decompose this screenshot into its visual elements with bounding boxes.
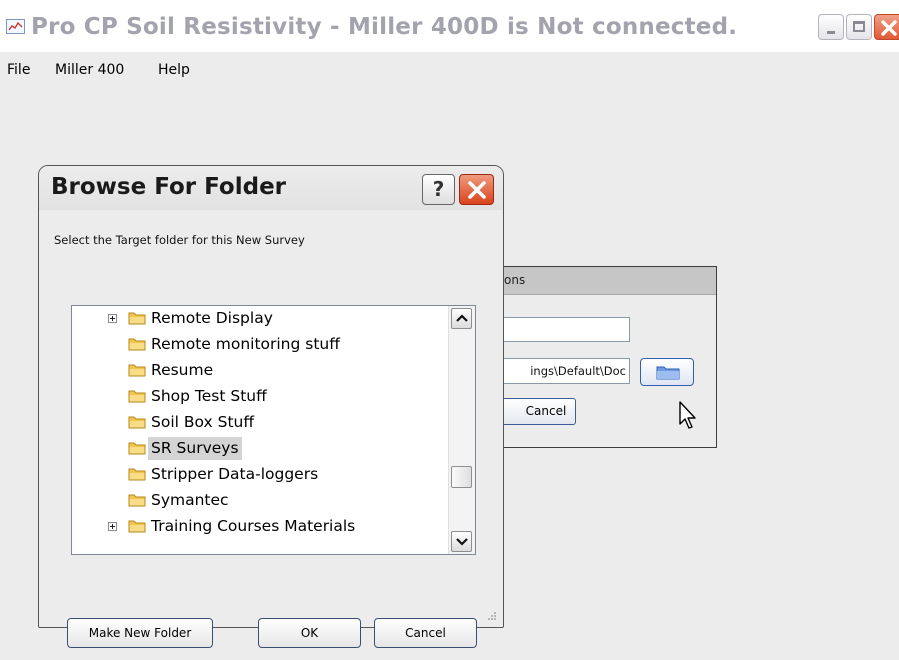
- ok-button[interactable]: OK: [258, 618, 361, 648]
- folder-icon: [128, 468, 146, 481]
- scroll-up-arrow-icon: [456, 314, 468, 322]
- survey-name-input[interactable]: [496, 317, 630, 342]
- dialog-close-button[interactable]: [459, 174, 494, 205]
- tree-item-label: Remote monitoring stuff: [151, 335, 340, 353]
- target-path-field[interactable]: ings\Default\Doc: [496, 358, 630, 384]
- folder-icon: [128, 364, 146, 377]
- dialog-title: Browse For Folder: [51, 174, 287, 200]
- make-new-folder-button[interactable]: Make New Folder: [67, 618, 213, 648]
- expand-plus-icon[interactable]: [108, 522, 117, 531]
- cancel-button[interactable]: Cancel: [374, 618, 477, 648]
- mouse-cursor-icon: [679, 401, 696, 429]
- tree-item-label: Remote Display: [151, 309, 273, 327]
- scroll-thumb[interactable]: [451, 466, 472, 488]
- folder-tree[interactable]: Remote Display Remote monitoring stuff Res…: [71, 305, 476, 555]
- dialog-instruction: Select the Target folder for this New Su…: [54, 233, 305, 247]
- browse-folder-button[interactable]: [640, 358, 694, 386]
- folder-icon: [128, 390, 146, 403]
- help-button[interactable]: ?: [422, 174, 455, 205]
- folder-icon: [128, 520, 146, 533]
- menu-file[interactable]: File: [7, 62, 30, 78]
- target-path-text: ings\Default\Doc: [530, 364, 626, 378]
- resize-grip-icon[interactable]: [485, 609, 497, 621]
- window-title: Pro CP Soil Resistivity - Miller 400D is…: [31, 14, 738, 40]
- expand-plus-icon[interactable]: [108, 314, 117, 323]
- folder-icon: [128, 338, 146, 351]
- close-icon: [881, 20, 897, 36]
- open-folder-icon: [656, 366, 680, 380]
- tree-item-label: Resume: [151, 361, 214, 379]
- panel-header-label: ons: [504, 273, 526, 287]
- maximize-icon: [853, 21, 865, 32]
- minimize-button[interactable]: [818, 14, 844, 40]
- title-bar: Pro CP Soil Resistivity - Miller 400D is…: [0, 0, 899, 52]
- tree-item-label: Stripper Data-loggers: [151, 465, 319, 483]
- scroll-up-button[interactable]: [451, 308, 472, 329]
- tree-item-label: Symantec: [151, 491, 229, 509]
- menu-miller-400[interactable]: Miller 400: [55, 62, 124, 78]
- browse-for-folder-dialog: Browse For Folder ? Select the Target fo…: [38, 165, 504, 648]
- maximize-button[interactable]: [846, 14, 872, 40]
- main-window: Pro CP Soil Resistivity - Miller 400D is…: [0, 0, 899, 660]
- menu-bar: File Miller 400 Help: [0, 58, 899, 84]
- tree-item-label: SR Surveys: [148, 437, 242, 460]
- folder-icon: [128, 442, 146, 455]
- close-button[interactable]: [874, 14, 899, 40]
- tree-item-label: Training Courses Materials: [151, 517, 356, 535]
- tree-item-label: Soil Box Stuff: [151, 413, 255, 431]
- folder-icon: [128, 416, 146, 429]
- scroll-down-arrow-icon: [456, 538, 468, 546]
- tree-scrollbar[interactable]: [448, 306, 475, 554]
- minimize-icon: [827, 31, 835, 34]
- dialog-body: Select the Target folder for this New Su…: [41, 210, 501, 648]
- tree-item-label: Shop Test Stuff: [151, 387, 267, 405]
- folder-icon: [128, 494, 146, 507]
- scroll-down-button[interactable]: [451, 531, 472, 552]
- app-chart-icon: [6, 19, 25, 34]
- help-icon: ?: [432, 177, 445, 201]
- panel-cancel-button[interactable]: Cancel: [496, 398, 576, 425]
- close-icon: [468, 181, 486, 199]
- menu-help[interactable]: Help: [158, 62, 190, 78]
- folder-icon: [128, 312, 146, 325]
- dialog-title-bar: Browse For Folder ?: [39, 166, 503, 210]
